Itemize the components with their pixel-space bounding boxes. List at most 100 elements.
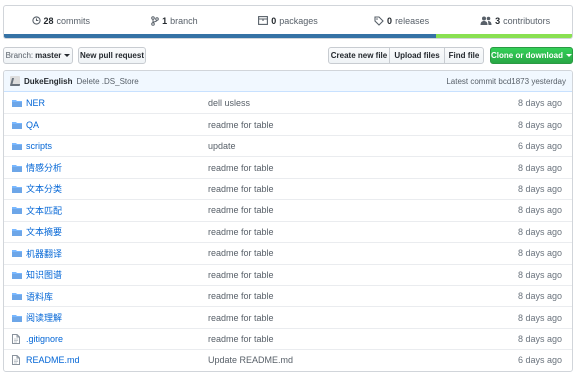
branch-name: master (35, 51, 62, 60)
file-name-link[interactable]: NER (24, 98, 208, 108)
file-row[interactable]: README.md Update README.md 6 days ago (4, 349, 572, 370)
branches-link[interactable]: 1 branch (118, 6, 232, 35)
people-icon (480, 16, 492, 25)
file-row[interactable]: 情感分析 readme for table 8 days ago (4, 156, 572, 177)
file-commit-message[interactable]: readme for table (208, 227, 472, 237)
file-commit-message[interactable]: readme for table (208, 120, 472, 130)
file-row[interactable]: 机器翻译 readme for table 8 days ago (4, 242, 572, 263)
commit-sha[interactable]: bcd1873 (498, 77, 529, 86)
packages-label: packages (279, 15, 318, 26)
chevron-down-icon (64, 54, 71, 57)
file-age: 8 days ago (517, 226, 562, 237)
file-name-link[interactable]: scripts (24, 141, 208, 151)
file-name-link[interactable]: README.md (24, 355, 208, 365)
file-commit-message[interactable]: readme for table (208, 313, 472, 323)
commit-author[interactable]: DukeEnglish (24, 77, 72, 86)
file-row[interactable]: 文本分类 readme for table 8 days ago (4, 177, 572, 199)
branch-label: branch (170, 15, 198, 26)
folder-icon (4, 228, 24, 236)
file-commit-message[interactable]: readme for table (208, 184, 472, 194)
folder-icon (4, 164, 24, 172)
clone-or-download-label: Clone or download (491, 51, 563, 60)
repo-summary-bar: 28 commits 1 branch 0 packages 0 release… (3, 5, 573, 39)
file-name-link[interactable]: QA (24, 120, 208, 130)
tag-icon (374, 15, 384, 26)
folder-icon (4, 185, 24, 193)
file-table: DukeEnglish Delete .DS_Store Latest comm… (3, 70, 573, 372)
file-icon (4, 355, 24, 366)
releases-link[interactable]: 0 releases (345, 6, 459, 35)
file-commit-message[interactable]: readme for table (208, 205, 472, 215)
commit-time: yesterday (531, 76, 566, 86)
file-row[interactable]: 阅读理解 readme for table 8 days ago (4, 306, 572, 327)
file-row[interactable]: QA readme for table 8 days ago (4, 113, 572, 134)
file-age: 8 days ago (517, 97, 562, 108)
contributors-link[interactable]: 3 contributors (458, 6, 572, 35)
file-name-link[interactable]: 语料库 (24, 290, 208, 303)
file-commit-message[interactable]: readme for table (208, 291, 472, 301)
commits-count: 28 (43, 15, 54, 26)
folder-icon (4, 121, 24, 129)
language-bar[interactable] (4, 34, 572, 38)
history-icon (31, 16, 41, 25)
file-age: 8 days ago (517, 183, 562, 194)
file-age: 6 days ago (517, 141, 562, 152)
file-name-link[interactable]: 情感分析 (24, 161, 208, 174)
language-segment-secondary (435, 34, 572, 38)
avatar[interactable] (10, 76, 20, 86)
file-icon (4, 334, 24, 345)
releases-label: releases (395, 15, 430, 26)
commit-message[interactable]: Delete .DS_Store (76, 77, 138, 86)
contributors-label: contributors (503, 15, 551, 26)
file-commit-message[interactable]: readme for table (208, 270, 472, 280)
file-row[interactable]: 语料库 readme for table 8 days ago (4, 284, 572, 306)
file-commit-message[interactable]: update (208, 141, 472, 151)
file-commit-message[interactable]: readme for table (208, 163, 472, 173)
folder-icon (4, 271, 24, 279)
upload-files-button[interactable]: Upload files (389, 47, 445, 64)
commits-link[interactable]: 28 commits (4, 6, 118, 35)
file-name-link[interactable]: 机器翻译 (24, 247, 208, 260)
file-age: 8 days ago (517, 248, 562, 259)
file-age: 8 days ago (517, 291, 562, 302)
file-name-link[interactable]: 文本分类 (24, 182, 208, 195)
latest-commit-row: DukeEnglish Delete .DS_Store Latest comm… (4, 71, 572, 92)
file-row[interactable]: scripts update 6 days ago (4, 134, 572, 156)
language-segment-primary (4, 34, 436, 38)
file-name-link[interactable]: 文本匹配 (24, 204, 208, 217)
file-row[interactable]: 文本匹配 readme for table 8 days ago (4, 199, 572, 220)
chevron-down-icon (566, 54, 572, 57)
branch-count: 1 (162, 15, 168, 26)
file-commit-message[interactable]: readme for table (208, 248, 472, 258)
file-age: 8 days ago (517, 162, 562, 173)
file-age: 8 days ago (517, 119, 562, 130)
file-name-link[interactable]: 阅读理解 (24, 311, 208, 324)
create-new-file-button[interactable]: Create new file (328, 47, 390, 64)
file-commit-message[interactable]: Update README.md (208, 355, 472, 365)
folder-icon (4, 314, 24, 322)
folder-icon (4, 249, 24, 258)
packages-link[interactable]: 0 packages (231, 6, 345, 35)
latest-commit-label: Latest commit (446, 76, 497, 86)
file-row[interactable]: 文本摘要 readme for table 8 days ago (4, 220, 572, 242)
branch-select-button[interactable]: Branch: master (3, 47, 73, 64)
branch-prefix: Branch: (5, 51, 34, 60)
contributors-count: 3 (495, 15, 501, 26)
clone-or-download-button[interactable]: Clone or download (490, 47, 573, 64)
file-commit-message[interactable]: readme for table (208, 334, 472, 344)
folder-icon (4, 99, 24, 107)
new-pull-request-button[interactable]: New pull request (78, 47, 146, 64)
file-actions-group: Create new file Upload files Find file (328, 47, 484, 64)
file-age: 8 days ago (517, 269, 562, 280)
file-name-link[interactable]: 知识图谱 (24, 268, 208, 281)
find-file-button[interactable]: Find file (444, 47, 484, 64)
branch-icon (151, 15, 159, 26)
file-row[interactable]: NER dell usless 8 days ago (4, 92, 572, 113)
file-name-link[interactable]: 文本摘要 (24, 225, 208, 238)
file-age: 8 days ago (517, 312, 562, 323)
file-row[interactable]: .gitignore readme for table 8 days ago (4, 327, 572, 349)
file-list: NER dell usless 8 days ago QA readme for tab… (4, 92, 572, 371)
file-commit-message[interactable]: dell usless (208, 98, 472, 108)
file-name-link[interactable]: .gitignore (24, 334, 208, 344)
file-row[interactable]: 知识图谱 readme for table 8 days ago (4, 263, 572, 285)
